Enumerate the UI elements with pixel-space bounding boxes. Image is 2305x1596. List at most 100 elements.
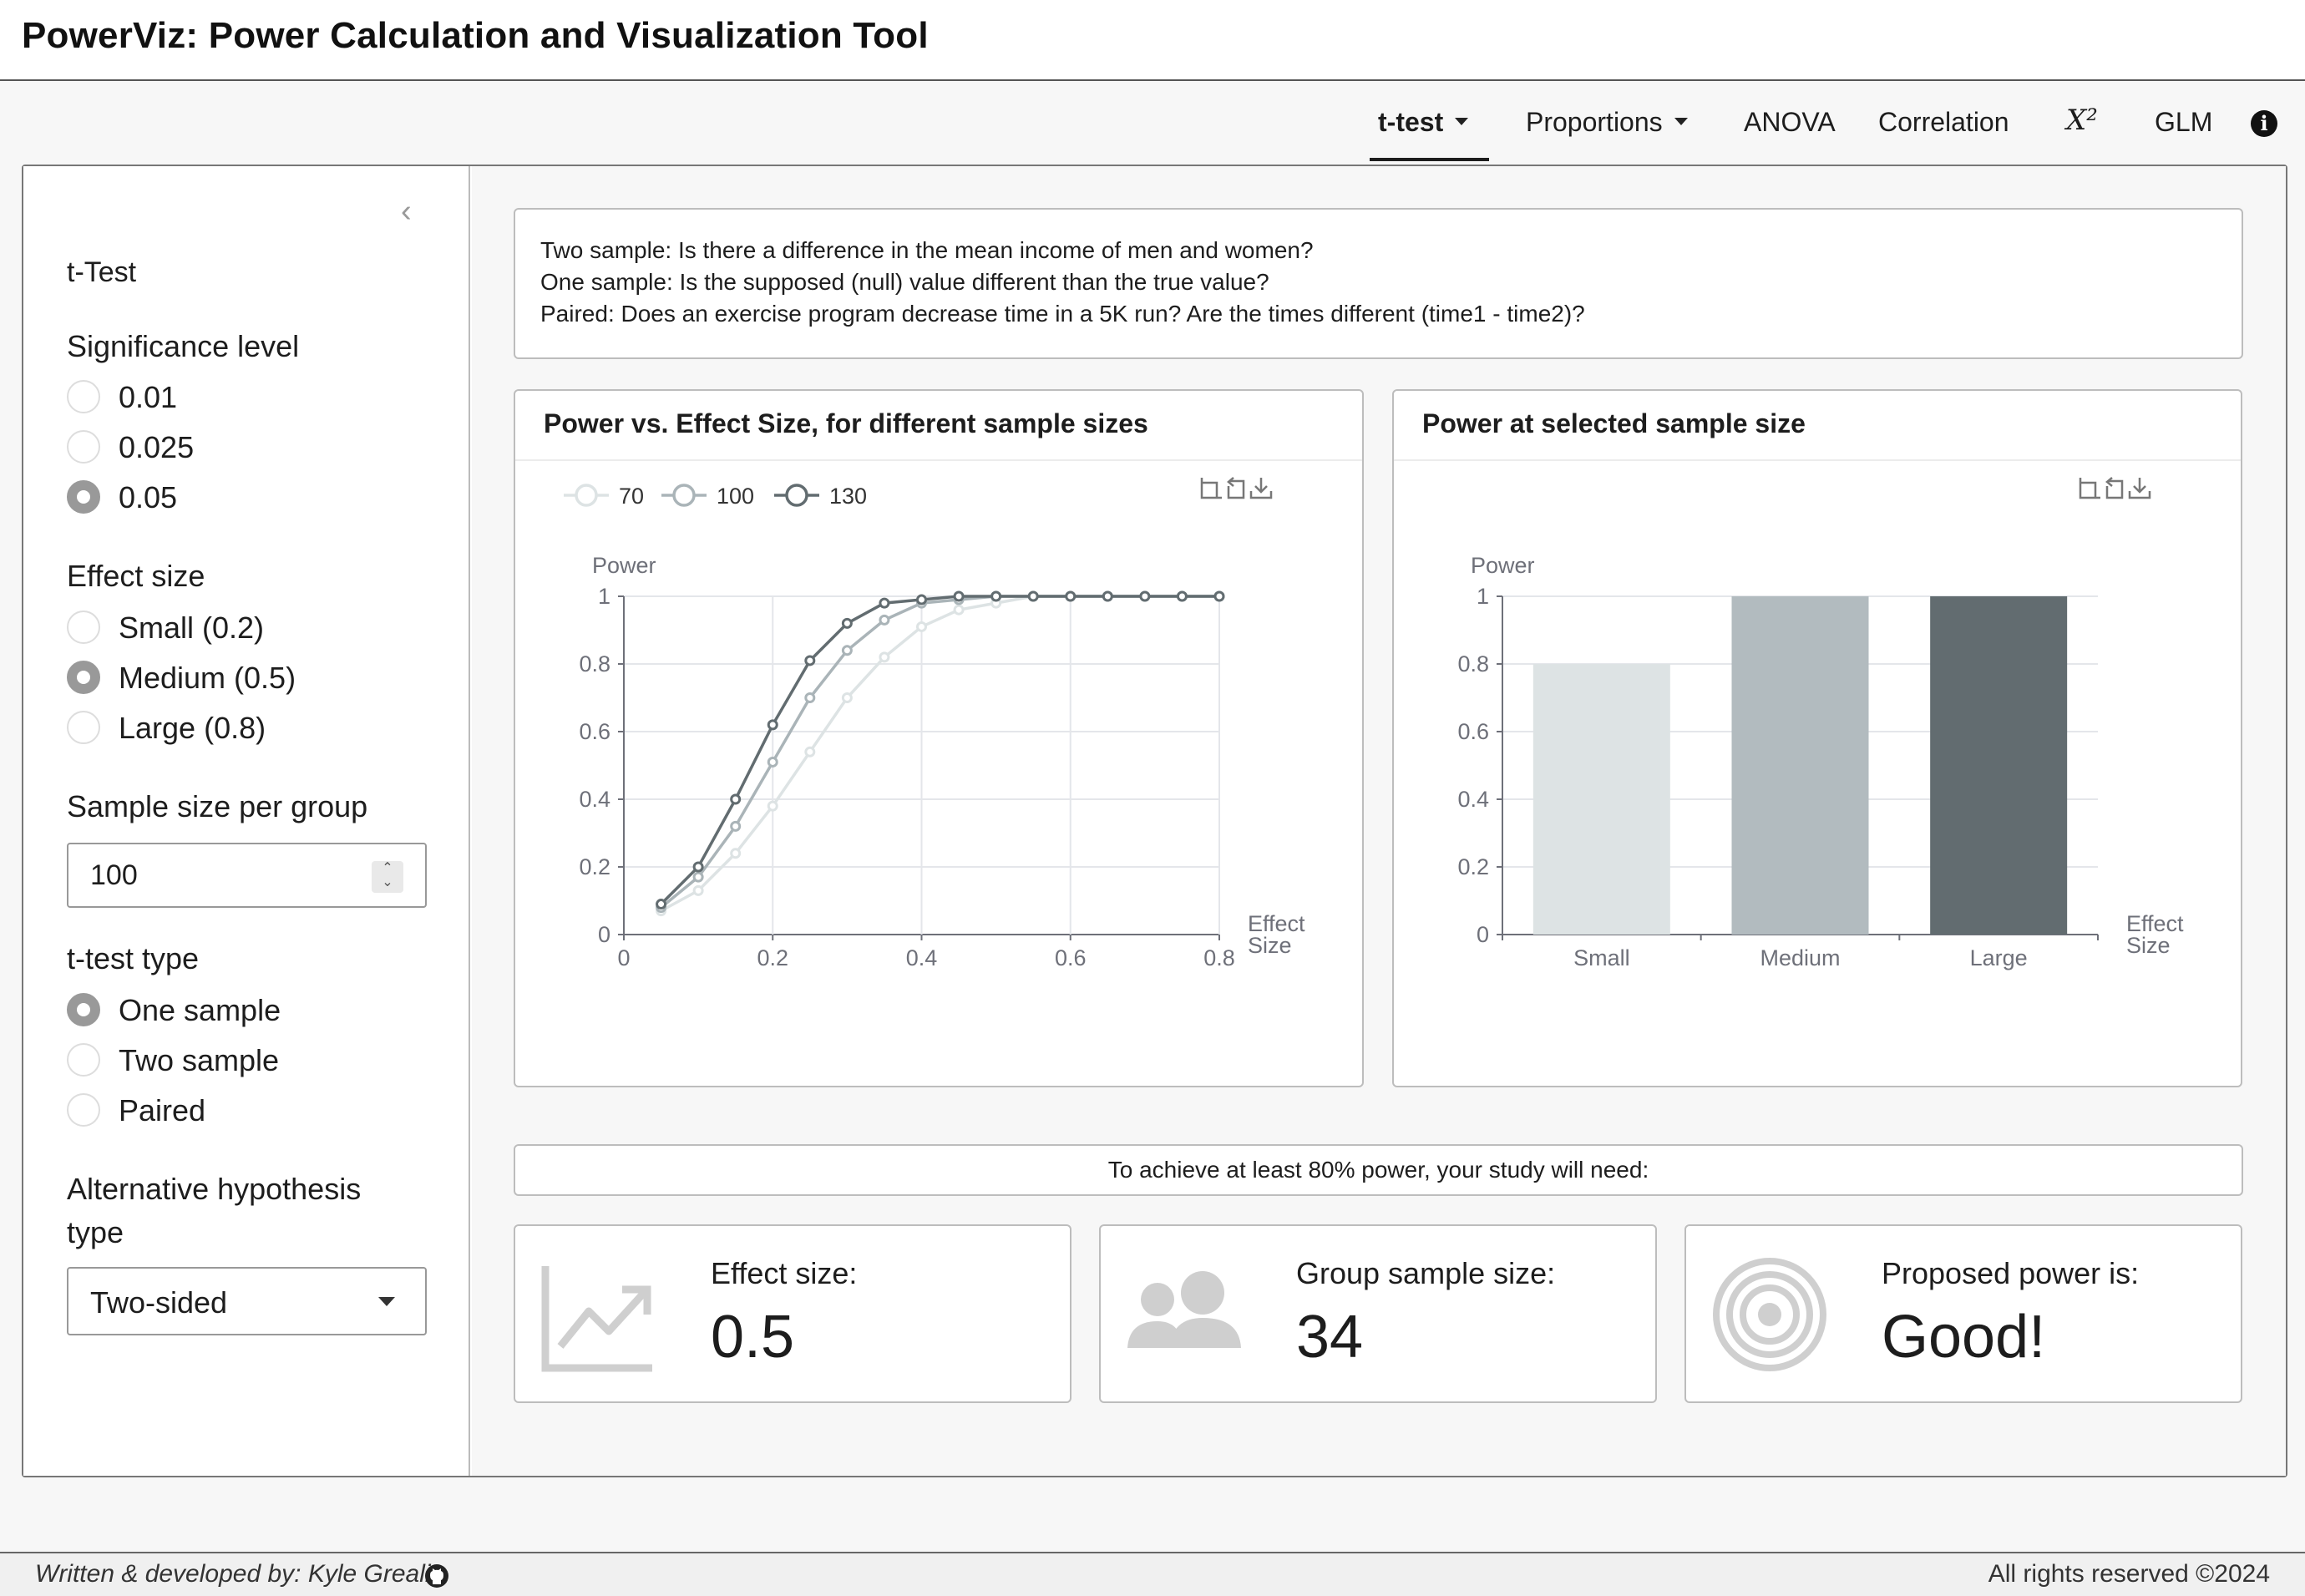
line-chart-card: Power vs. Effect Size, for different sam…	[514, 389, 1364, 1087]
chart-line-icon	[541, 1266, 652, 1372]
legend-marker[interactable]	[785, 484, 808, 507]
x-tick-label: 0.2	[757, 945, 788, 970]
series-line-130	[660, 595, 1219, 905]
bar-chart-card: Power at selected sample size 0 0.2 0.4 0.6…	[1392, 389, 2242, 1087]
effect-size-label: Effect size	[67, 559, 205, 593]
y-tick-label: 0.8	[579, 651, 610, 676]
nav-tab-anova[interactable]: ANOVA	[1744, 107, 1836, 138]
value-box-effect-size: Effect size: 0.5	[514, 1224, 1071, 1403]
data-point	[804, 692, 816, 703]
nav-tab-label: GLM	[2155, 107, 2213, 137]
card-header: Power at selected sample size	[1394, 391, 2241, 461]
series-line-70	[660, 595, 1219, 913]
data-point	[841, 617, 853, 629]
data-point	[1139, 590, 1151, 602]
github-icon[interactable]	[424, 1563, 449, 1588]
data-point	[841, 645, 853, 656]
radio-circle[interactable]	[67, 430, 100, 464]
alt-hypothesis-select[interactable]: Two-sided	[67, 1267, 427, 1335]
footer-copyright: All rights reserved ©2024	[1988, 1560, 2270, 1588]
bullseye-icon	[1713, 1258, 1826, 1371]
radio-label: Two sample	[119, 1043, 280, 1077]
info-circle-icon[interactable]: i	[2251, 110, 2277, 137]
x-axis-label: Size	[1248, 933, 1292, 958]
nav-tab-t-test[interactable]: t-test	[1378, 107, 1469, 138]
radio-circle[interactable]	[67, 380, 100, 413]
radio-circle[interactable]	[67, 711, 100, 744]
y-tick-label: 0.6	[579, 719, 610, 744]
data-point	[953, 590, 965, 602]
nav-tab-glm[interactable]: GLM	[2155, 107, 2212, 138]
radio-circle[interactable]	[67, 1093, 100, 1127]
y-axis-label: Power	[592, 553, 656, 578]
bar-chart: 00.20.40.60.81PowerEffectSizeSmall Medium…	[1457, 477, 2184, 970]
app-title: PowerViz: Power Calculation and Visualiz…	[22, 15, 929, 56]
power-requirement-banner: To achieve at least 80% power, your stud…	[514, 1144, 2243, 1196]
bar-medium	[1731, 596, 1869, 935]
radio-circle-checked[interactable]	[67, 480, 100, 514]
legend-marker[interactable]	[575, 484, 598, 507]
data-point	[1027, 590, 1039, 602]
y-tick-label: 1	[598, 584, 610, 609]
radio-circle-checked[interactable]	[67, 993, 100, 1026]
legend-marker[interactable]	[672, 484, 696, 507]
radio-label: Paired	[119, 1093, 206, 1127]
radio-label: Large (0.8)	[119, 711, 266, 745]
description-box: Two sample: Is there a difference in the…	[514, 208, 2243, 359]
reset-icon[interactable]	[1227, 477, 1245, 499]
series-line-100	[660, 595, 1219, 909]
legend-label: 100	[717, 484, 754, 509]
description-line: Paired: Does an exercise program decreas…	[540, 301, 1585, 327]
y-tick-label: 0.4	[579, 787, 610, 812]
x-tick-label: Medium	[1760, 945, 1840, 970]
download-icon[interactable]	[2128, 478, 2151, 499]
radio-circle[interactable]	[67, 611, 100, 644]
x-tick-label: 0	[617, 945, 630, 970]
sample-size-input[interactable]: 100 ⌃ ⌄	[67, 843, 427, 908]
data-point	[1176, 590, 1188, 602]
footer-credit: Written & developed by: Kyle Grealis	[35, 1560, 443, 1588]
y-tick-label: 0.4	[1457, 787, 1489, 812]
value-box-value: 34	[1296, 1304, 1364, 1371]
radio-circle[interactable]	[67, 1043, 100, 1077]
nav-tab-label: Proportions	[1526, 107, 1663, 137]
stepper-icon[interactable]: ⌃ ⌄	[372, 861, 403, 893]
download-icon[interactable]	[1249, 478, 1273, 499]
reset-icon[interactable]	[2105, 477, 2124, 499]
data-point	[1065, 590, 1077, 602]
data-point	[804, 746, 816, 757]
radio-label: One sample	[119, 993, 281, 1027]
card-header: Power vs. Effect Size, for different sam…	[515, 391, 1362, 461]
zoom-icon[interactable]	[1200, 478, 1222, 499]
data-point	[730, 820, 742, 832]
sample-size-label: Sample size per group	[67, 789, 368, 823]
zoom-icon[interactable]	[2079, 478, 2100, 499]
data-point	[879, 597, 890, 609]
data-point	[767, 719, 778, 731]
legend-label: 70	[619, 484, 644, 509]
nav-tab-correlation[interactable]: Correlation	[1878, 107, 2009, 138]
caret-down-icon	[1455, 118, 1469, 126]
x-axis-label: Size	[2126, 933, 2171, 958]
description-line: One sample: Is the supposed (null) value…	[540, 269, 1269, 295]
data-point	[990, 590, 1002, 602]
x-tick-label: 0.6	[1055, 945, 1087, 970]
sidebar-heading: t-Test	[67, 256, 137, 288]
radio-circle-checked[interactable]	[67, 661, 100, 694]
nav-tab-chi-square[interactable]: X²	[2066, 104, 2098, 137]
value-box-value: 0.5	[711, 1304, 795, 1371]
caret-down-icon	[378, 1297, 395, 1306]
y-tick-label: 0	[1477, 922, 1489, 947]
alt-hypothesis-label-line2: type	[67, 1215, 124, 1249]
data-point	[656, 899, 667, 910]
chevron-left-icon[interactable]: ‹	[401, 194, 412, 230]
x-tick-label: Small	[1573, 945, 1630, 970]
radio-label: 0.025	[119, 430, 195, 464]
nav-tab-proportions[interactable]: Proportions	[1526, 107, 1688, 138]
legend-label: 130	[829, 484, 867, 509]
data-point	[692, 861, 704, 873]
ttest-type-label: t-test type	[67, 941, 200, 975]
data-point	[692, 884, 704, 896]
value-box-value: Good!	[1882, 1304, 2046, 1371]
y-tick-label: 0.2	[579, 854, 610, 879]
